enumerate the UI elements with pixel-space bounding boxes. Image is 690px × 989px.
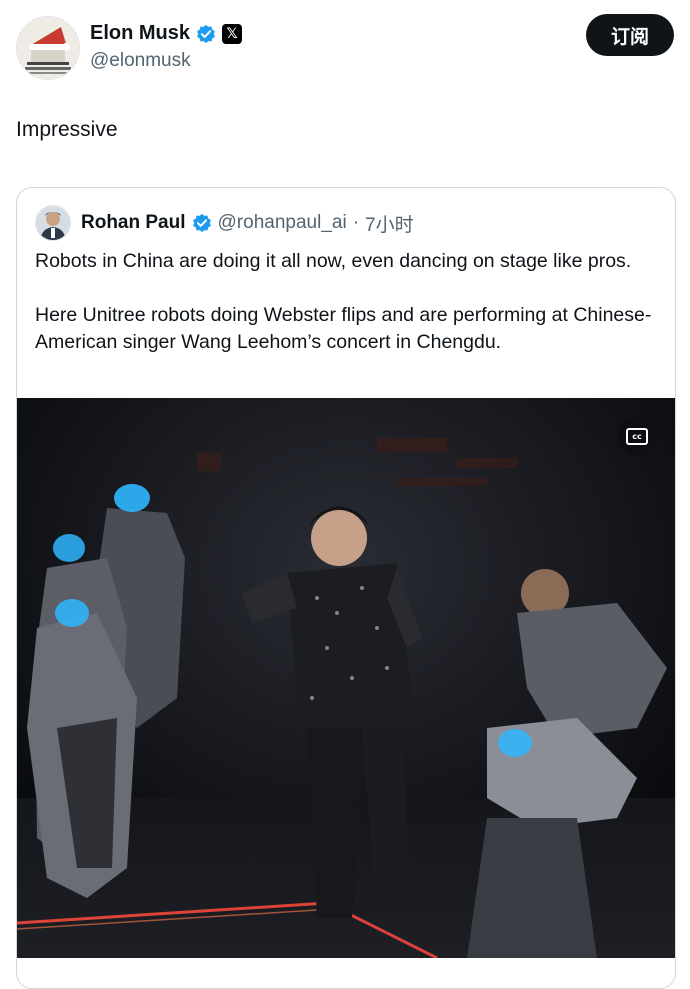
quoted-verified-badge-icon: [192, 213, 211, 233]
avatar-image: [17, 17, 79, 79]
author-handle[interactable]: @elonmusk: [90, 50, 191, 72]
quoted-author-handle[interactable]: @rohanpaul_ai: [218, 212, 347, 234]
quoted-author-avatar[interactable]: [35, 205, 71, 241]
meta-separator: ·: [352, 212, 360, 233]
quoted-paragraph-2: Here Unitree robots doing Webster flips …: [35, 304, 652, 353]
post-header: Elon Musk 𝕏 @elonmusk 订阅: [16, 14, 674, 80]
x-logo-icon: 𝕏: [222, 23, 243, 44]
quoted-author-name[interactable]: Rohan Paul: [81, 212, 186, 234]
author-name-row: Elon Musk 𝕏: [90, 22, 243, 45]
avatar[interactable]: [16, 16, 80, 80]
video-frame-concert: [17, 398, 675, 958]
quoted-post-card[interactable]: Rohan Paul @rohanpaul_ai · 7小时 Robots in…: [16, 187, 676, 989]
closed-captions-button[interactable]: cc: [617, 416, 657, 456]
verified-badge-icon: [197, 24, 215, 43]
subscribe-button[interactable]: 订阅: [586, 14, 674, 56]
post-timestamp[interactable]: 7小时: [365, 210, 414, 237]
quoted-paragraph-1: Robots in China are doing it all now, ev…: [35, 250, 632, 272]
quoted-post-header: Rohan Paul @rohanpaul_ai · 7小时: [35, 205, 414, 241]
video-player[interactable]: cc: [17, 398, 675, 958]
cc-icon: cc: [626, 427, 648, 445]
quoted-avatar-image: [36, 206, 70, 240]
quoted-post-text: Robots in China are doing it all now, ev…: [35, 248, 655, 383]
post-text: Impressive: [16, 118, 118, 141]
author-name[interactable]: Elon Musk: [90, 22, 190, 45]
